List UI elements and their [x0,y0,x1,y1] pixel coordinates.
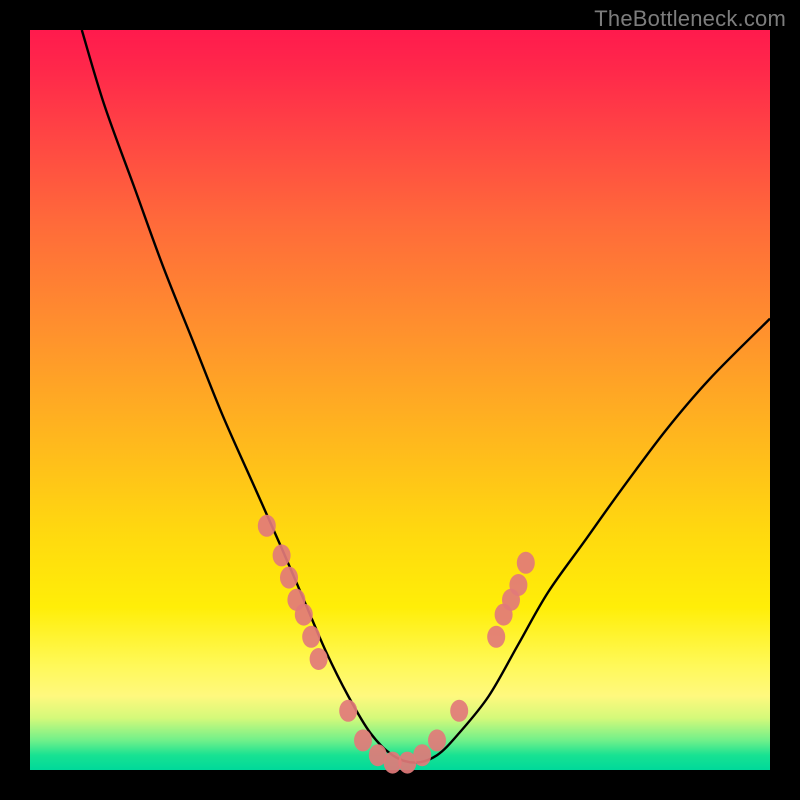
curve-marker [339,700,357,722]
curve-marker [295,604,313,626]
curve-marker [413,744,431,766]
curve-marker [450,700,468,722]
curve-marker [258,515,276,537]
curve-marker [280,567,298,589]
curve-marker [302,626,320,648]
curve-marker [487,626,505,648]
curve-marker [428,729,446,751]
marker-group [258,515,535,774]
curve-marker [310,648,328,670]
curve-marker [273,544,291,566]
curve-marker [517,552,535,574]
bottleneck-curve [82,30,770,763]
watermark-text: TheBottleneck.com [594,6,786,32]
chart-frame: TheBottleneck.com [0,0,800,800]
plot-area [30,30,770,770]
curve-marker [354,729,372,751]
curve-layer [30,30,770,770]
curve-marker [509,574,527,596]
